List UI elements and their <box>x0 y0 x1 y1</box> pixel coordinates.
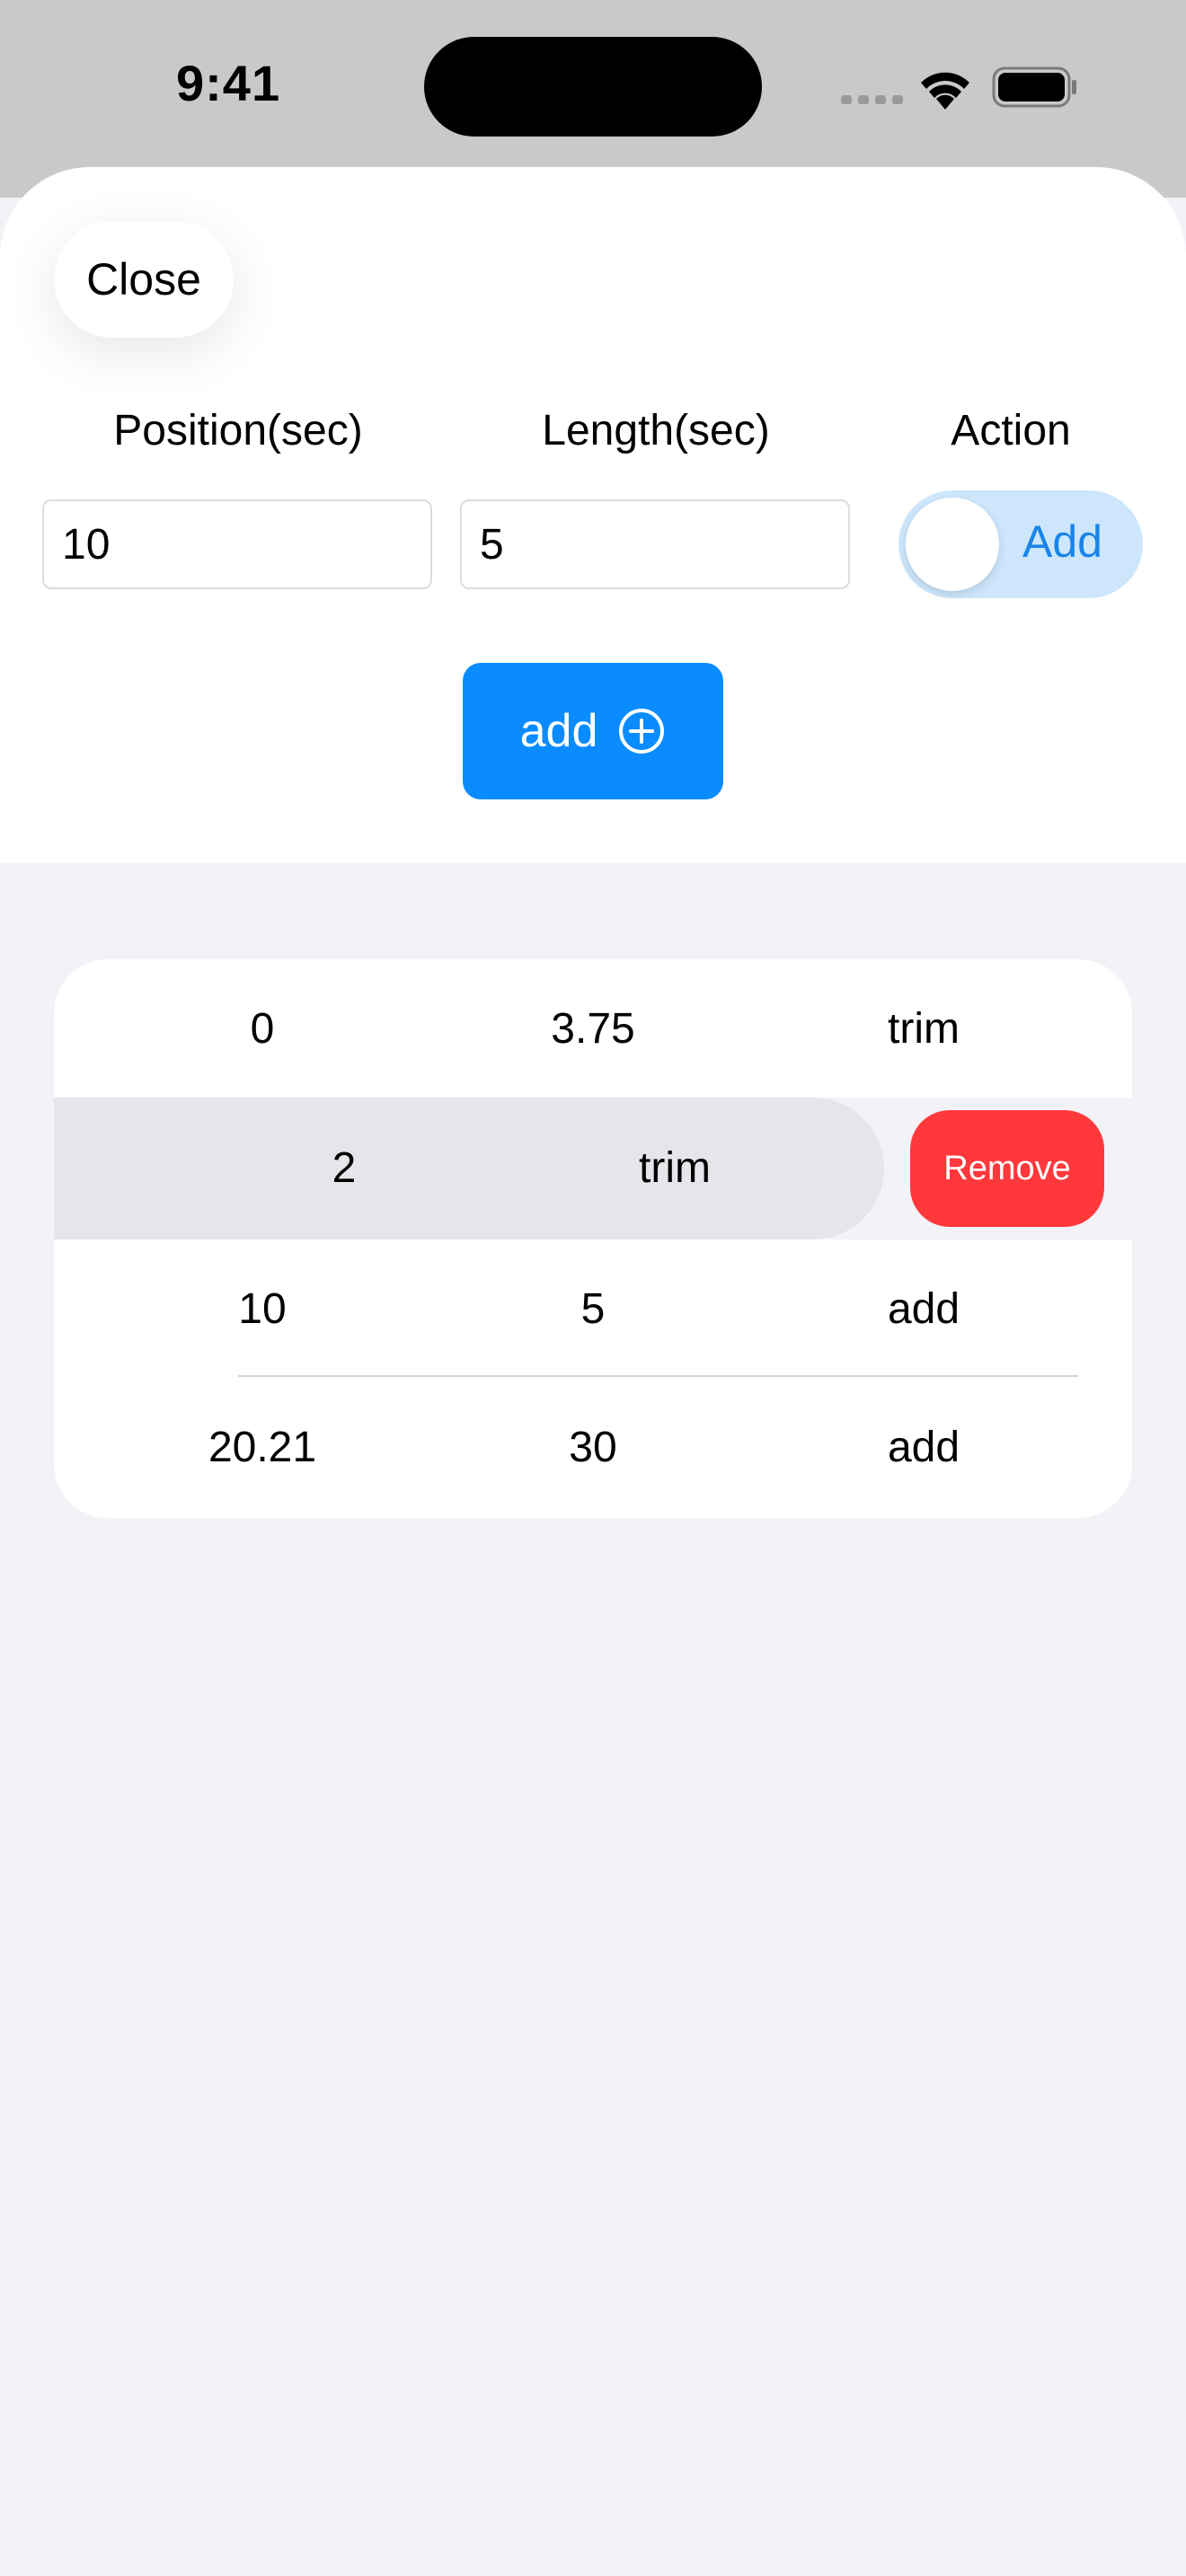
battery-icon <box>992 66 1076 108</box>
add-button[interactable]: add <box>463 663 723 799</box>
length-input[interactable] <box>460 499 850 589</box>
close-button[interactable]: Close <box>54 221 234 338</box>
row-position: 10 <box>238 1285 287 1333</box>
status-time: 9:41 <box>176 55 281 111</box>
remove-button[interactable]: Remove <box>910 1110 1104 1227</box>
length-column-label: Length(sec) <box>542 407 770 454</box>
plus-circle-icon <box>619 709 665 754</box>
action-toggle[interactable]: Add <box>898 490 1143 598</box>
position-input[interactable] <box>42 499 432 589</box>
row-divider <box>238 1375 1078 1377</box>
wifi-icon <box>921 72 969 110</box>
row-length: 30 <box>569 1424 617 1471</box>
list-item[interactable]: 10 5 add <box>54 1239 1132 1380</box>
row-action: add <box>887 1424 960 1471</box>
row-action: trim <box>888 1005 960 1053</box>
row-length: 3.75 <box>551 1005 635 1053</box>
row-action: add <box>887 1285 960 1333</box>
segments-list: 0 3.75 trim 2 trim Remove 10 5 add 20.21… <box>54 959 1132 1518</box>
list-item[interactable]: 0 3.75 trim <box>54 959 1132 1099</box>
position-column-label: Position(sec) <box>113 407 363 454</box>
action-column-label: Action <box>951 407 1071 454</box>
row-length: 5 <box>580 1285 606 1333</box>
row-position: 20.21 <box>208 1424 317 1471</box>
row-length: trim <box>639 1144 711 1192</box>
action-toggle-label: Add <box>1022 516 1102 567</box>
row-position: 0 <box>250 1005 275 1053</box>
dynamic-island <box>424 37 762 137</box>
list-item[interactable]: 20.21 30 add <box>54 1378 1132 1518</box>
cellular-icon <box>841 95 903 104</box>
row-position: 2 <box>332 1144 357 1192</box>
list-item-swiped[interactable]: 2 trim <box>54 1098 884 1239</box>
add-button-label: add <box>519 705 598 757</box>
toggle-knob <box>906 498 999 591</box>
